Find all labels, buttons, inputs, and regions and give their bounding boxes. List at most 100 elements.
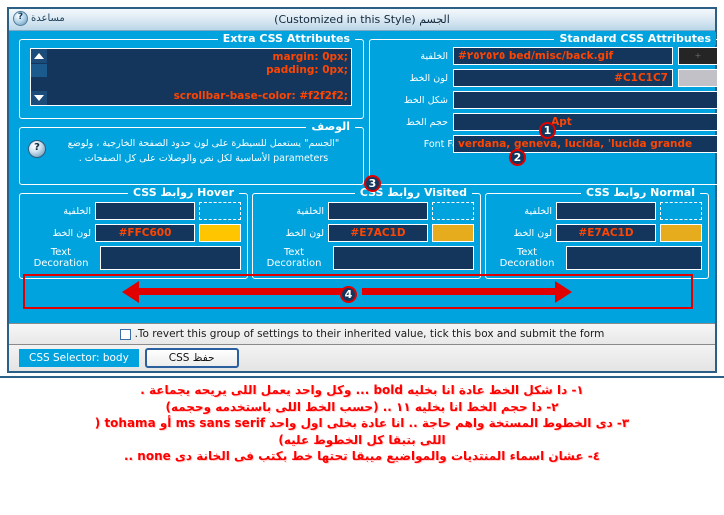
color-swatch-hover-color[interactable]: [199, 224, 241, 242]
revert-settings-strip: .To revert this group of settings to the…: [9, 323, 715, 345]
scrollbar-thumb[interactable]: [31, 64, 47, 77]
css-selector-badge: CSS Selector: body: [19, 349, 139, 367]
input-font-family[interactable]: verdana, geneva, lucida, 'lucida grande: [453, 135, 718, 153]
input-normal-color[interactable]: #E7AC1D: [556, 224, 656, 242]
button-strip: CSS Selector: body حفظ CSS: [9, 345, 715, 371]
standard-css-legend: Standard CSS Attributes: [554, 32, 716, 45]
label-normal-color: لون الخط: [513, 227, 552, 239]
input-font-color[interactable]: #C1C1C7: [453, 69, 673, 87]
scroll-up-button[interactable]: [31, 49, 47, 63]
hover-links-legend: Hover روابط CSS: [128, 186, 239, 199]
annotation-line-left: [139, 288, 344, 295]
annotation-marker-4: 4: [340, 286, 357, 303]
color-swatch-visited-color[interactable]: [432, 224, 474, 242]
note-line-3: ٣- دى الخطوط المستخة واهم حاجة .. انا عا…: [94, 416, 630, 430]
color-swatch-background[interactable]: +: [678, 47, 718, 65]
note-line-2: ٢- دا حجم الخط انا بخليه ١١ .. (حسب الخط…: [165, 399, 559, 414]
page-divider: [0, 376, 724, 378]
label-normal-background: الخلفية: [524, 205, 552, 217]
visited-links-group: Visited روابط CSS الخلفية لون الخط #E7AC…: [252, 186, 481, 279]
hover-background-row: الخلفية: [26, 202, 241, 220]
window-titlebar: ? مساعدة الجسم (Customized in this Style…: [9, 9, 715, 31]
td-label-line2: Decoration: [33, 258, 89, 269]
normal-text-decoration-row: Text Decoration: [492, 246, 702, 270]
description-text: "الجسم" يستعمل للسيطرة على لون حدود الصف…: [52, 136, 355, 166]
scroll-down-button[interactable]: [31, 91, 47, 105]
css-line: [49, 77, 348, 90]
normal-links-legend: Normal روابط CSS: [581, 186, 700, 199]
save-css-button[interactable]: حفظ CSS: [144, 348, 239, 368]
annotation-arrowhead-left: [122, 281, 139, 303]
triangle-down-icon: [34, 95, 44, 101]
color-swatch-hover-background[interactable]: [199, 202, 241, 220]
note-line-4: اللى بتبقا كل الخطوط عليه): [278, 432, 446, 447]
css-line: margin: 0px;: [272, 51, 348, 63]
td-label-line1: Text: [283, 247, 305, 258]
annotation-line-right: [362, 288, 555, 295]
color-swatch-font-color[interactable]: [678, 69, 718, 87]
css-editor-window: ? مساعدة الجسم (Customized in this Style…: [7, 7, 724, 373]
input-hover-color[interactable]: #FFC600: [95, 224, 195, 242]
label-hover-text-decoration: Text Decoration: [26, 247, 96, 269]
label-normal-text-decoration: Text Decoration: [492, 247, 562, 269]
label-hover-color: لون الخط: [52, 227, 91, 239]
extra-css-textarea[interactable]: margin: 0px; padding: 0px; scrollbar-bas…: [30, 48, 352, 106]
triangle-up-icon: [34, 53, 44, 59]
annotation-marker-3: 3: [364, 175, 381, 192]
question-mark-icon: ?: [13, 11, 28, 26]
field-row-font-color: لون الخط #C1C1C7: [376, 69, 718, 87]
input-visited-background[interactable]: [328, 202, 428, 220]
label-font-size: حجم الخط: [405, 116, 448, 128]
description-group: الوصف ? "الجسم" يستعمل للسيطرة على لون ح…: [19, 120, 364, 185]
label-font-color: لون الخط: [409, 72, 448, 84]
color-swatch-visited-background[interactable]: [432, 202, 474, 220]
input-visited-text-decoration[interactable]: [333, 246, 474, 270]
td-label-line1: Text: [50, 247, 72, 258]
label-visited-text-decoration: Text Decoration: [259, 247, 329, 269]
annotation-marker-2: 2: [509, 149, 526, 166]
hover-text-decoration-row: Text Decoration: [26, 246, 241, 270]
input-font-size[interactable]: Apt: [453, 113, 718, 131]
description-line-1: "الجسم" يستعمل للسيطرة على لون حدود الصف…: [67, 138, 340, 149]
label-hover-background: الخلفية: [63, 205, 91, 217]
help-label: مساعدة: [31, 13, 65, 24]
color-swatch-normal-color[interactable]: [660, 224, 702, 242]
help-link[interactable]: ? مساعدة: [13, 11, 65, 26]
hover-links-group: Hover روابط CSS الخلفية لون الخط #FFC600…: [19, 186, 248, 279]
label-visited-color: لون الخط: [285, 227, 324, 239]
textarea-scrollbar[interactable]: [31, 49, 47, 105]
annotation-notes: ١- دا شكل الخط عادة انا بخليه bold ... و…: [0, 382, 724, 465]
hover-color-row: لون الخط #FFC600: [26, 224, 241, 242]
td-label-line1: Text: [516, 247, 538, 258]
revert-checkbox[interactable]: [119, 328, 131, 340]
extra-css-attributes-group: Extra CSS Attributes margin: 0px; paddin…: [19, 32, 364, 119]
td-label-line2: Decoration: [499, 258, 555, 269]
note-line-1: ١- دا شكل الخط عادة انا بخليه bold ... و…: [140, 383, 584, 397]
field-row-background: الخلفية #٢٥٢٥٢٥ bed/misc/back.gif +: [376, 47, 718, 65]
label-font-style: شكل الخط: [403, 94, 448, 106]
label-visited-background: الخلفية: [296, 205, 324, 217]
input-normal-text-decoration[interactable]: [566, 246, 702, 270]
input-visited-color[interactable]: #E7AC1D: [328, 224, 428, 242]
td-label-line2: Decoration: [266, 258, 322, 269]
revert-label: .To revert this group of settings to the…: [134, 328, 605, 340]
input-hover-background[interactable]: [95, 202, 195, 220]
color-swatch-normal-background[interactable]: [660, 202, 702, 220]
normal-color-row: لون الخط #E7AC1D: [492, 224, 702, 242]
normal-links-group: Normal روابط CSS الخلفية لون الخط #E7AC1…: [485, 186, 709, 279]
visited-background-row: الخلفية: [259, 202, 474, 220]
normal-background-row: الخلفية: [492, 202, 702, 220]
question-mark-icon: ?: [28, 140, 46, 158]
annotation-arrowhead-right: [555, 281, 572, 303]
label-background: الخلفية: [420, 50, 448, 62]
css-line: padding: 0px;: [266, 64, 348, 76]
css-line: scrollbar-base-color: #f2f2f2;: [173, 90, 348, 102]
page-title: الجسم (Customized in this Style): [274, 13, 450, 26]
form-body: Extra CSS Attributes margin: 0px; paddin…: [9, 31, 724, 371]
input-background[interactable]: #٢٥٢٥٢٥ bed/misc/back.gif: [453, 47, 673, 65]
input-normal-background[interactable]: [556, 202, 656, 220]
extra-css-legend: Extra CSS Attributes: [217, 32, 355, 45]
annotation-marker-1: 1: [539, 122, 556, 139]
input-font-style[interactable]: [453, 91, 718, 109]
input-hover-text-decoration[interactable]: [100, 246, 241, 270]
